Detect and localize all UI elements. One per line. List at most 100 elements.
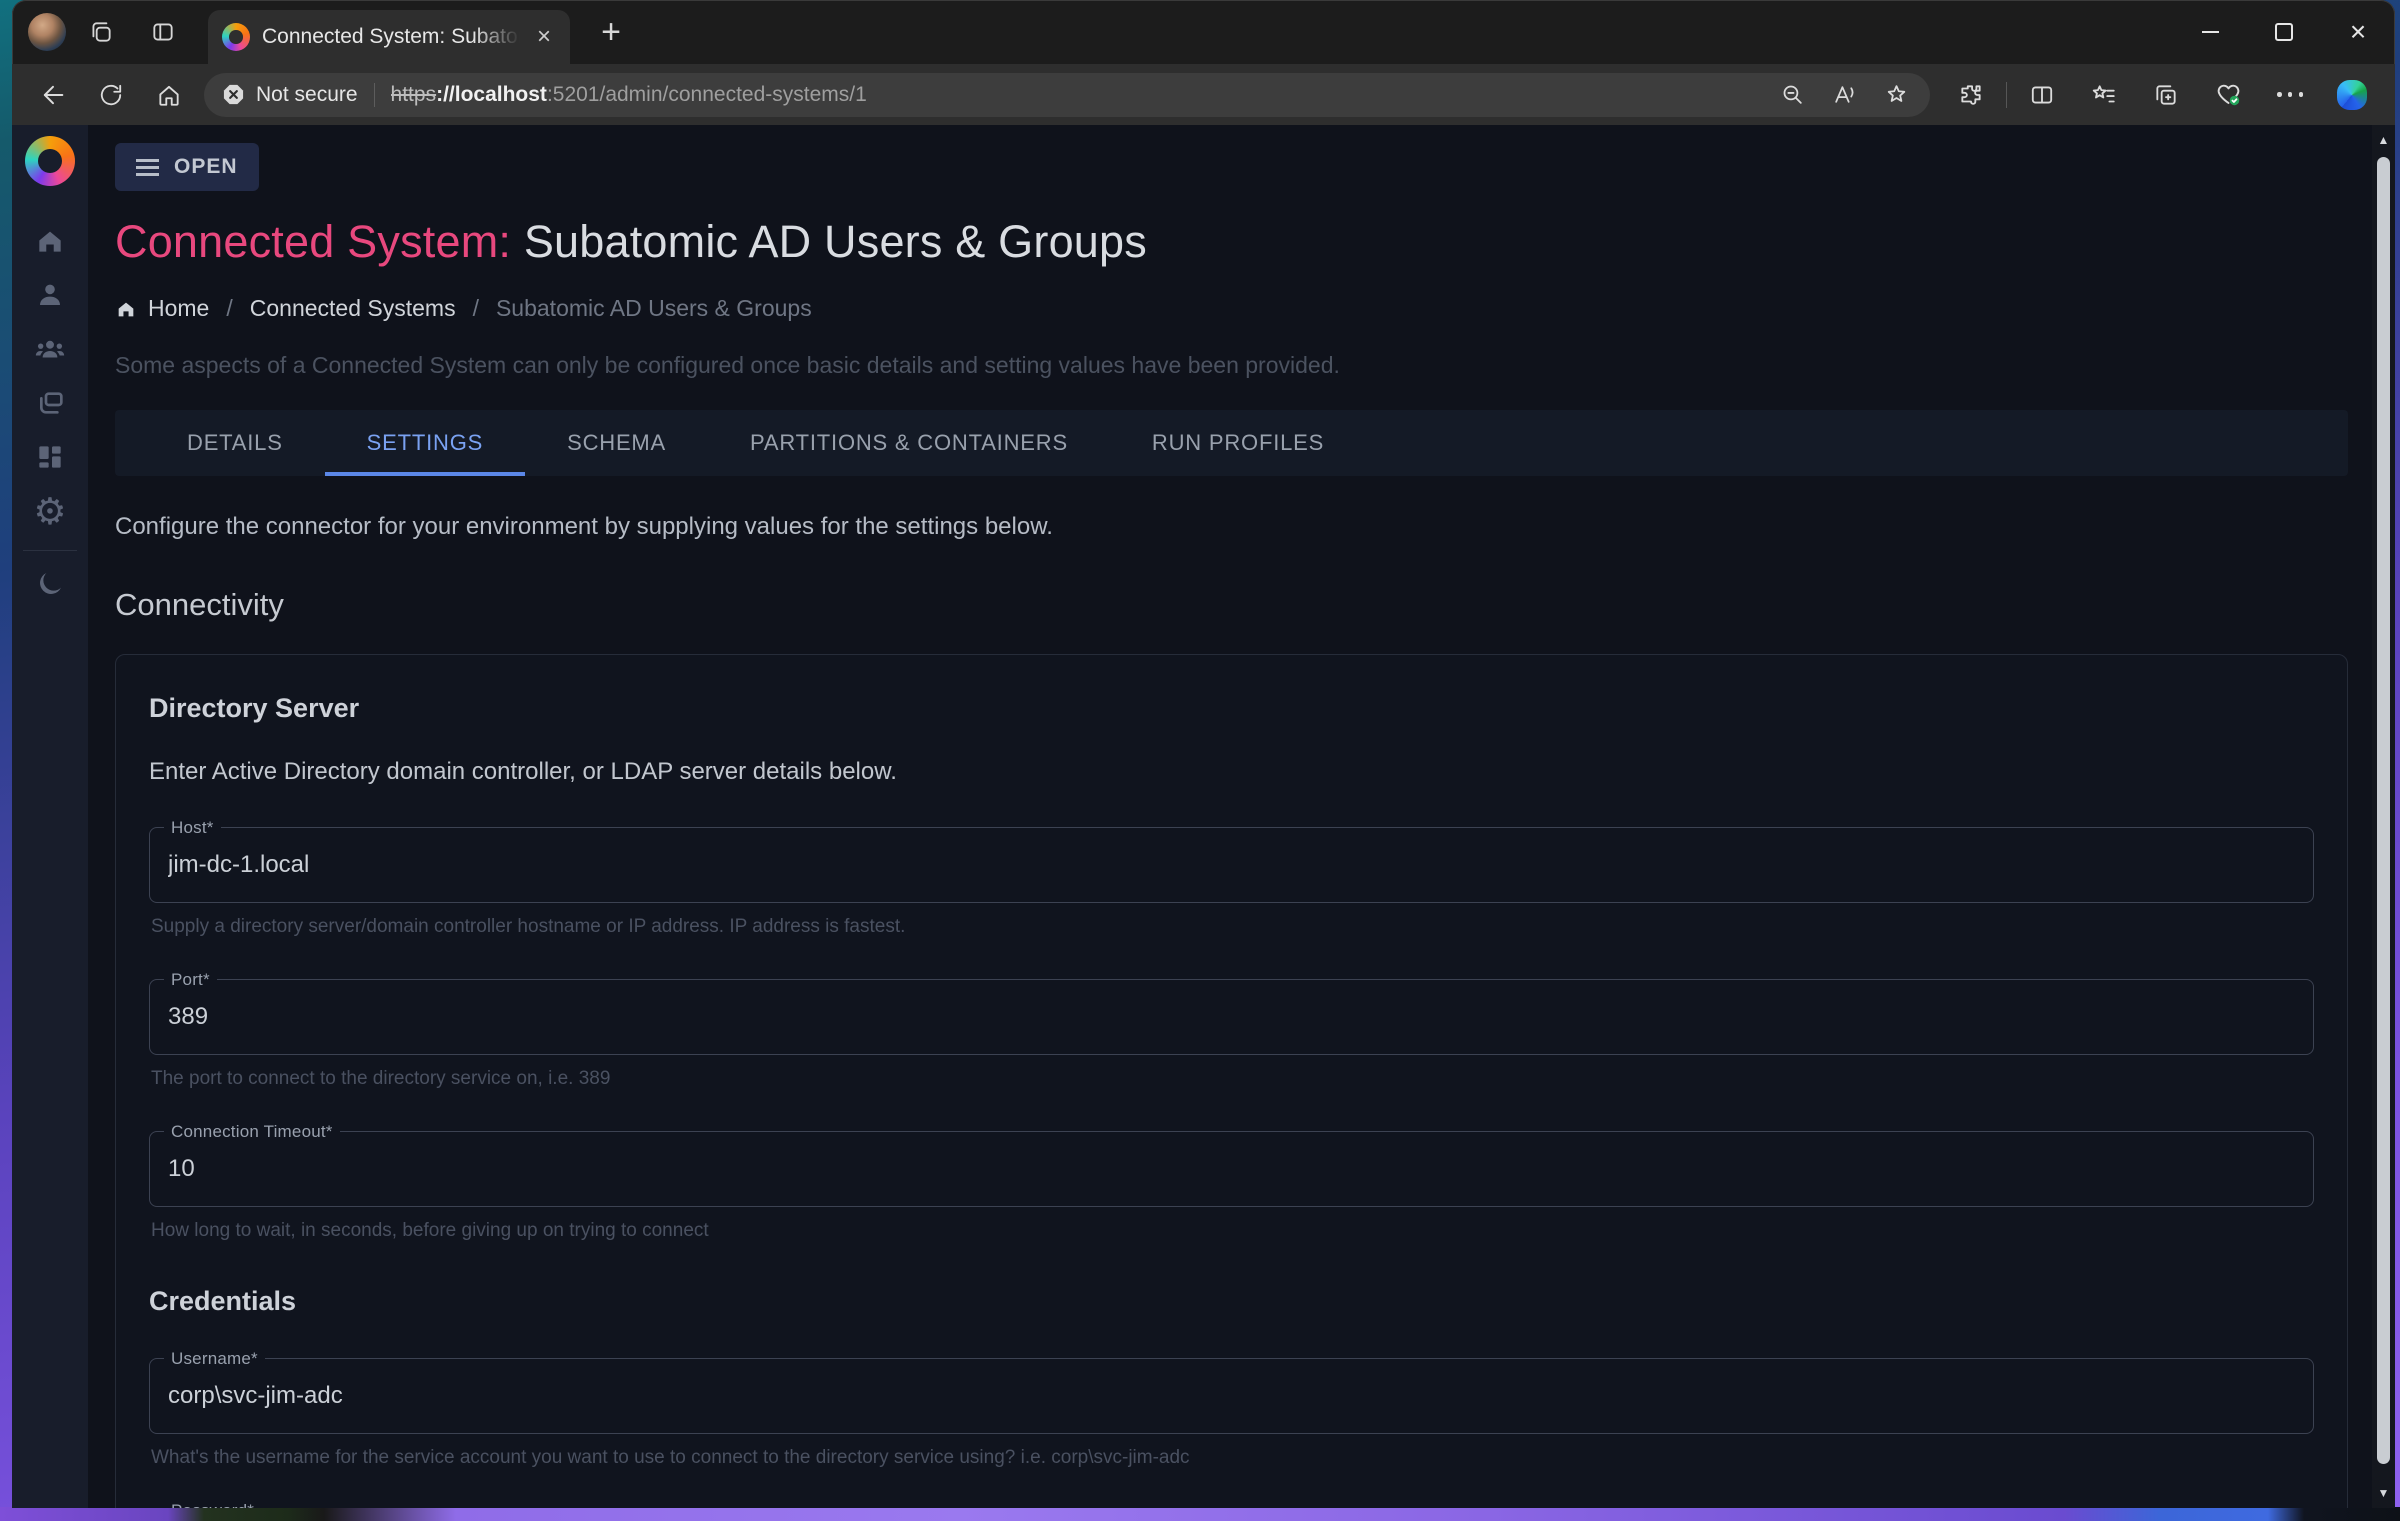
group-heading-credentials: Credentials — [149, 1286, 2314, 1317]
scrollbar-thumb[interactable] — [2377, 157, 2390, 1464]
page-content: OPEN Connected System: Subatomic AD User… — [115, 125, 2348, 1508]
home-icon — [156, 82, 182, 108]
minimize-button[interactable] — [2173, 0, 2247, 64]
security-badge[interactable]: Not secure — [222, 83, 358, 107]
toolbar-divider — [2006, 82, 2007, 108]
profile-avatar[interactable] — [28, 13, 66, 51]
scroll-down-arrow[interactable]: ▼ — [2378, 1478, 2390, 1508]
connection-timeout-input[interactable] — [150, 1132, 2313, 1206]
extensions-icon — [1958, 82, 1984, 108]
connectivity-card: Directory Server Enter Active Directory … — [115, 654, 2348, 1508]
tab-settings-label: SETTINGS — [367, 430, 483, 456]
connection-timeout-field: Connection Timeout* — [149, 1131, 2314, 1207]
read-aloud-button[interactable] — [1818, 75, 1870, 115]
sidebar-item-home[interactable] — [12, 214, 88, 268]
close-icon: × — [2350, 18, 2366, 46]
tab-details[interactable]: DETAILS — [145, 410, 325, 476]
tab-schema[interactable]: SCHEMA — [525, 410, 708, 476]
moon-icon — [35, 569, 65, 599]
close-button[interactable]: × — [2321, 0, 2395, 64]
sidebar-item-settings[interactable]: ⚙ — [12, 484, 88, 538]
settings-more-button[interactable] — [2259, 71, 2321, 119]
username-field: Username* — [149, 1358, 2314, 1434]
username-input[interactable] — [150, 1359, 2313, 1433]
sidebar-item-dashboard[interactable] — [12, 430, 88, 484]
sidebar-item-users[interactable] — [12, 268, 88, 322]
breadcrumb-current: Subatomic AD Users & Groups — [496, 295, 812, 322]
tab-run-profiles[interactable]: RUN PROFILES — [1110, 410, 1366, 476]
page-title-name: Subatomic AD Users & Groups — [524, 216, 1147, 267]
host-helper-text: Supply a directory server/domain control… — [149, 916, 2314, 938]
read-aloud-icon — [1832, 82, 1857, 107]
collections-button[interactable] — [2135, 71, 2197, 119]
browser-essentials-icon — [2215, 81, 2242, 108]
favorite-star-icon — [1884, 82, 1909, 107]
app-logo[interactable] — [25, 136, 75, 186]
browser-tab[interactable]: Connected System: Subatomic AD × — [208, 10, 570, 64]
zoom-out-button[interactable] — [1766, 75, 1818, 115]
address-bar[interactable]: Not secure https://localhost:5201/admin/… — [204, 73, 1930, 117]
favorites-button[interactable] — [2073, 71, 2135, 119]
breadcrumb-section-link[interactable]: Connected Systems — [250, 295, 456, 322]
host-field-label: Host* — [164, 819, 221, 837]
workspaces-icon — [88, 19, 114, 45]
copilot-icon — [2337, 80, 2367, 110]
sidebar-item-groups[interactable] — [12, 322, 88, 376]
split-screen-button[interactable] — [2011, 71, 2073, 119]
refresh-icon — [98, 82, 124, 108]
port-input[interactable] — [150, 980, 2313, 1054]
group-icon — [33, 332, 67, 366]
breadcrumb: Home / Connected Systems / Subatomic AD … — [115, 295, 2348, 322]
page-scrollbar[interactable]: ▲ ▼ — [2372, 125, 2395, 1508]
more-dots-icon — [2277, 92, 2303, 97]
minimize-icon — [2202, 31, 2219, 33]
theme-toggle[interactable] — [12, 557, 88, 611]
stacked-systems-icon — [34, 387, 66, 419]
breadcrumb-home-label: Home — [148, 295, 209, 322]
maximize-button[interactable] — [2247, 0, 2321, 64]
toolbar-right-icons — [1940, 71, 2383, 119]
add-favorite-button[interactable] — [1870, 75, 1922, 115]
home-icon — [34, 225, 66, 257]
back-button[interactable] — [24, 71, 82, 119]
window-controls: × — [2173, 0, 2395, 64]
workspaces-button[interactable] — [74, 9, 128, 55]
open-menu-button[interactable]: OPEN — [115, 143, 259, 191]
home-button[interactable] — [140, 71, 198, 119]
person-icon — [34, 279, 66, 311]
home-icon — [115, 298, 137, 320]
refresh-button[interactable] — [82, 71, 140, 119]
breadcrumb-home-link[interactable]: Home — [115, 295, 209, 322]
favorites-list-icon — [2091, 82, 2117, 108]
scroll-up-arrow[interactable]: ▲ — [2378, 125, 2390, 155]
tab-settings[interactable]: SETTINGS — [325, 410, 525, 476]
url-host: ://localhost — [436, 83, 547, 106]
maximize-icon — [2275, 23, 2293, 41]
directory-server-description: Enter Active Directory domain controller… — [149, 758, 2314, 786]
browser-toolbar: Not secure https://localhost:5201/admin/… — [12, 64, 2395, 125]
url-text[interactable]: https://localhost:5201/admin/connected-s… — [391, 83, 1766, 107]
tab-partitions-containers-label: PARTITIONS & CONTAINERS — [750, 430, 1068, 456]
page-viewport: ⚙ OPEN Connected System: Subatomic AD Us… — [12, 125, 2395, 1508]
tab-close-button[interactable]: × — [528, 21, 560, 53]
password-field-label: Password* — [164, 1502, 261, 1508]
connection-timeout-helper-text: How long to wait, in seconds, before giv… — [149, 1220, 2314, 1242]
extensions-button[interactable] — [1940, 71, 2002, 119]
app-sidebar: ⚙ — [12, 125, 88, 1508]
host-input[interactable] — [150, 828, 2313, 902]
tab-partitions-containers[interactable]: PARTITIONS & CONTAINERS — [708, 410, 1110, 476]
sidebar-item-connected-systems[interactable] — [12, 376, 88, 430]
copilot-button[interactable] — [2321, 71, 2383, 119]
settings-intro: Configure the connector for your environ… — [115, 513, 2348, 541]
page-notice: Some aspects of a Connected System can o… — [115, 352, 2348, 379]
browser-essentials-button[interactable] — [2197, 71, 2259, 119]
tab-run-profiles-label: RUN PROFILES — [1152, 430, 1324, 456]
breadcrumb-separator: / — [473, 295, 479, 322]
gear-icon: ⚙ — [33, 493, 66, 530]
tab-schema-label: SCHEMA — [567, 430, 666, 456]
new-tab-button[interactable]: + — [590, 11, 632, 53]
username-field-label: Username* — [164, 1350, 265, 1368]
page-title: Connected System: Subatomic AD Users & G… — [115, 216, 2348, 268]
tab-actions-button[interactable] — [136, 9, 190, 55]
breadcrumb-separator: / — [226, 295, 232, 322]
